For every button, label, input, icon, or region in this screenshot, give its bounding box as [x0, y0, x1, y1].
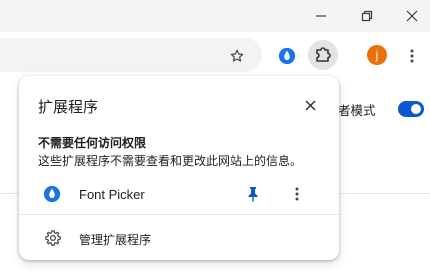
close-icon [304, 99, 316, 111]
window-close-button[interactable] [390, 0, 430, 32]
section-description: 这些扩展程序不需要查看和更改此网站上的信息。 [38, 154, 303, 168]
browser-toolbar: j [0, 32, 430, 78]
extensions-menu-popup: 扩展程序 不需要任何访问权限 这些扩展程序不需要查看和更改此网站上的信息。 Fo… [19, 76, 339, 260]
more-vertical-icon [295, 187, 299, 201]
pin-icon [248, 187, 258, 202]
minimize-button[interactable] [299, 0, 343, 32]
kebab-menu-icon [410, 49, 414, 63]
restore-button[interactable] [345, 0, 389, 32]
incognito-mode-label: 者模式 [338, 103, 376, 118]
extension-more-button[interactable] [287, 184, 307, 204]
manage-extensions-label: 管理扩展程序 [79, 233, 152, 247]
popup-divider [19, 214, 339, 215]
extensions-puzzle-icon [316, 47, 331, 62]
browser-menu-button[interactable] [399, 43, 425, 69]
popup-close-button[interactable] [299, 94, 321, 116]
pin-extension-button[interactable] [243, 184, 263, 204]
restore-icon [361, 10, 373, 22]
font-picker-toolbar-button[interactable] [274, 43, 300, 69]
popup-title: 扩展程序 [38, 98, 99, 116]
font-picker-icon [43, 185, 61, 203]
font-picker-icon [278, 47, 296, 65]
bookmark-star-icon [230, 49, 244, 62]
extensions-button[interactable] [308, 40, 338, 70]
extension-row[interactable]: Font Picker [19, 180, 339, 208]
avatar[interactable]: j [367, 45, 387, 65]
address-bar[interactable] [0, 38, 262, 72]
section-heading: 不需要任何访问权限 [38, 136, 147, 150]
gear-icon [45, 230, 61, 246]
title-bar [0, 0, 430, 32]
close-icon [406, 10, 418, 22]
manage-extensions-item[interactable]: 管理扩展程序 [19, 226, 339, 250]
minimize-icon [316, 15, 326, 17]
bookmark-button[interactable] [224, 43, 250, 69]
toggle-knob [411, 104, 421, 114]
incognito-mode-toggle[interactable] [398, 101, 424, 117]
extension-name[interactable]: Font Picker [79, 187, 145, 202]
